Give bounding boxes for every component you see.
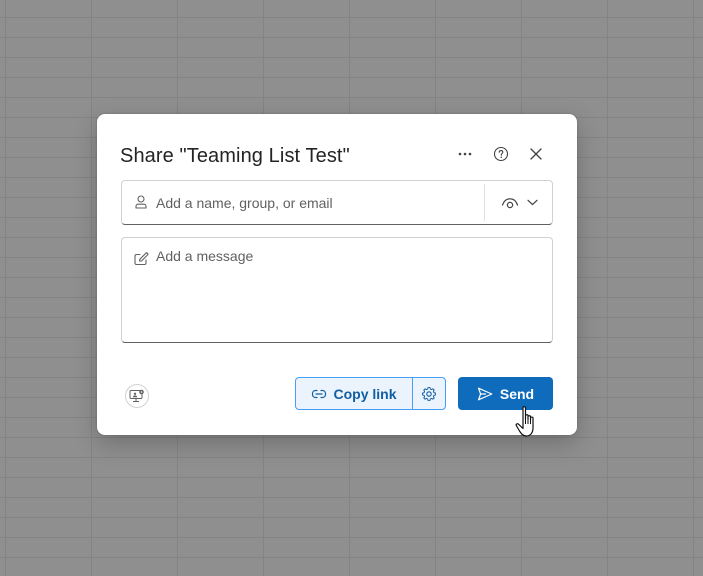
chevron-down-icon — [526, 199, 538, 206]
question-circle-icon — [493, 146, 509, 162]
send-icon — [477, 387, 493, 400]
people-search-input[interactable] — [156, 182, 476, 223]
help-button[interactable] — [489, 142, 513, 166]
link-settings-button[interactable] — [413, 378, 445, 409]
copy-link-button[interactable]: Copy link — [296, 378, 413, 409]
share-settings-button[interactable] — [125, 384, 149, 408]
people-picker — [121, 180, 553, 225]
copy-link-label: Copy link — [333, 385, 397, 402]
hand-cursor-icon — [515, 406, 534, 437]
permission-divider — [484, 184, 485, 221]
dialog-title: Share "Teaming List Test" — [120, 145, 350, 167]
ellipsis-icon — [458, 152, 472, 156]
permission-dropdown[interactable] — [486, 182, 552, 223]
compose-icon — [134, 252, 149, 266]
gear-icon — [422, 386, 436, 401]
copy-link-group: Copy link — [295, 377, 446, 410]
close-icon — [530, 148, 542, 160]
link-icon — [312, 389, 327, 398]
people-settings-icon — [129, 389, 144, 402]
more-options-button[interactable] — [453, 142, 477, 166]
message-box — [121, 237, 553, 343]
send-label: Send — [499, 385, 535, 402]
message-input[interactable] — [156, 248, 544, 336]
close-button[interactable] — [524, 142, 548, 166]
person-icon — [135, 195, 147, 209]
share-dialog: Share "Teaming List Test" Add a name, gr… — [97, 114, 577, 435]
eye-icon — [501, 197, 518, 208]
